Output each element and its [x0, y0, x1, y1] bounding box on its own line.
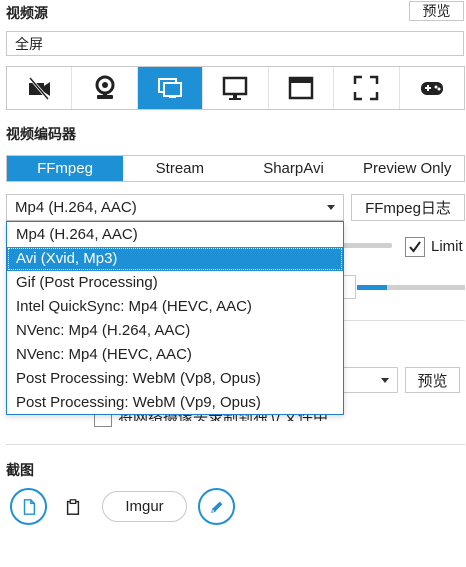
format-option[interactable]: Post Processing: WebM (Vp8, Opus) — [7, 367, 343, 391]
monitor-icon — [223, 76, 248, 100]
screen-icon — [158, 78, 183, 98]
tab-sharpavi[interactable]: SharpAvi — [236, 156, 351, 181]
region-icon — [354, 75, 379, 101]
webcam-select[interactable] — [340, 367, 398, 393]
divider — [6, 444, 465, 445]
webcam-icon — [95, 75, 115, 99]
ffmpeg-log-button[interactable]: FFmpeg日志 — [351, 194, 465, 221]
limit-label: Limit — [431, 238, 463, 255]
video-source-title: 视频源 — [6, 5, 48, 21]
divider — [340, 320, 465, 321]
chevron-down-icon — [327, 205, 335, 210]
format-option[interactable]: NVenc: Mp4 (H.264, AAC) — [7, 319, 343, 343]
format-option[interactable]: Mp4 (H.264, AAC) — [7, 223, 343, 247]
format-select-value: Mp4 (H.264, AAC) — [15, 199, 137, 216]
camera-off-icon — [29, 77, 51, 100]
file-icon — [23, 498, 35, 515]
source-type-toolbar — [6, 66, 465, 110]
clipboard-icon — [66, 499, 80, 515]
format-option[interactable]: Gif (Post Processing) — [7, 271, 343, 295]
source-preview-button[interactable]: 预览 — [409, 1, 464, 21]
monitor-source-button[interactable] — [203, 67, 269, 109]
limit-checkbox[interactable] — [405, 237, 425, 257]
imgur-button[interactable]: Imgur — [102, 491, 187, 522]
gamepad-icon — [420, 82, 443, 95]
checkmark-icon — [409, 241, 421, 253]
webcam-source-button[interactable] — [72, 67, 138, 109]
source-display-field[interactable]: 全屏 — [6, 31, 464, 56]
no-video-source-button[interactable] — [7, 67, 73, 109]
format-dropdown-list: Mp4 (H.264, AAC) Avi (Xvid, Mp3) Gif (Po… — [6, 221, 344, 415]
video-encoder-title: 视频编码器 — [6, 126, 76, 142]
window-icon — [288, 76, 314, 100]
webcam-preview-button[interactable]: 预览 — [405, 367, 460, 393]
window-source-button[interactable] — [268, 67, 335, 109]
format-option[interactable]: NVenc: Mp4 (HEVC, AAC) — [7, 343, 343, 367]
format-option[interactable]: Avi (Xvid, Mp3) — [7, 247, 343, 271]
encoder-tabs: FFmpeg Stream SharpAvi Preview Only — [6, 155, 465, 182]
format-select[interactable]: Mp4 (H.264, AAC) — [6, 194, 344, 221]
screen-source-button[interactable] — [137, 67, 204, 109]
tab-preview-only[interactable]: Preview Only — [350, 156, 465, 181]
quality-slider-track[interactable] — [340, 243, 392, 248]
tab-stream[interactable]: Stream — [123, 156, 237, 181]
region-source-button[interactable] — [334, 67, 400, 109]
source-display-value: 全屏 — [15, 35, 43, 52]
game-source-button[interactable] — [399, 67, 464, 109]
chevron-down-icon — [381, 377, 389, 383]
screenshot-title: 截图 — [6, 462, 34, 478]
pencil-icon — [210, 501, 222, 513]
save-to-file-button[interactable] — [10, 488, 47, 525]
editor-button[interactable] — [198, 488, 235, 525]
format-option[interactable]: Post Processing: WebM (Vp9, Opus) — [7, 391, 343, 415]
clipboard-button[interactable] — [63, 497, 83, 517]
tab-ffmpeg[interactable]: FFmpeg — [7, 156, 123, 181]
volume-slider-fill — [357, 285, 387, 290]
volume-slider-track[interactable] — [357, 285, 465, 290]
format-option[interactable]: Intel QuickSync: Mp4 (HEVC, AAC) — [7, 295, 343, 319]
